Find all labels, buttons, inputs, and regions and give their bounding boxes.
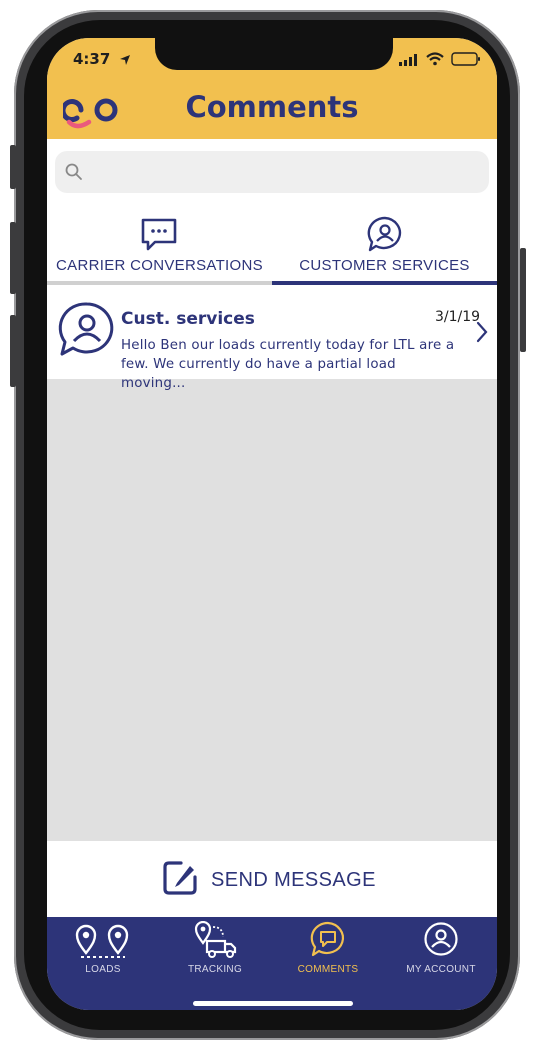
user-chat-icon bbox=[367, 216, 402, 252]
user-circle-icon bbox=[424, 922, 458, 956]
page-title: Comments bbox=[185, 90, 359, 124]
bottom-nav: LOADS TRACKING COMMENTS MY ACCOUNT bbox=[47, 917, 497, 1010]
map-pins-icon bbox=[75, 924, 129, 958]
send-message-button[interactable]: SEND MESSAGE bbox=[159, 855, 389, 903]
compose-icon bbox=[163, 861, 197, 895]
send-message-bar: SEND MESSAGE bbox=[47, 841, 497, 917]
conversation-preview: Hello Ben our loads currently today for … bbox=[121, 336, 461, 393]
nav-item-tracking[interactable]: TRACKING bbox=[159, 917, 271, 987]
battery-icon bbox=[451, 52, 480, 66]
conversation-date: 3/1/19 bbox=[435, 309, 481, 325]
chat-dots-icon bbox=[141, 218, 177, 251]
tab-customer-services-label: CUSTOMER SERVICES bbox=[299, 257, 470, 274]
power-button bbox=[520, 248, 526, 352]
conversation-preview-line: few. We currently do have a partial load… bbox=[121, 357, 396, 391]
nav-label-active: COMMENTS bbox=[297, 964, 359, 975]
search-input[interactable] bbox=[89, 151, 483, 195]
send-message-label: SEND MESSAGE bbox=[211, 869, 376, 891]
search-bar[interactable] bbox=[55, 151, 489, 195]
status-time: 4:37 bbox=[73, 50, 111, 68]
chevron-right-icon bbox=[476, 321, 488, 343]
conversation-preview-line: Hello Ben our loads currently today for … bbox=[121, 338, 455, 353]
conversation-row[interactable]: Cust. services 3/1/19 Hello Ben our load… bbox=[47, 285, 497, 391]
nav-label: TRACKING bbox=[187, 964, 243, 975]
wifi-icon bbox=[426, 52, 444, 66]
chat-bubble-icon bbox=[310, 921, 344, 957]
nav-item-my-account[interactable]: MY ACCOUNT bbox=[385, 917, 497, 987]
tab-carrier-conversations-label: CARRIER CONVERSATIONS bbox=[56, 257, 263, 274]
search-icon bbox=[65, 163, 82, 180]
volume-up-button bbox=[10, 222, 16, 294]
volume-down-button bbox=[10, 315, 16, 387]
tab-customer-services[interactable]: CUSTOMER SERVICES bbox=[272, 211, 497, 285]
notch bbox=[155, 38, 393, 70]
mute-switch bbox=[10, 145, 16, 189]
search-and-tabs: CARRIER CONVERSATIONS CUSTOMER SERVICES bbox=[47, 139, 497, 285]
nav-label: LOADS bbox=[85, 964, 121, 975]
nav-label: MY ACCOUNT bbox=[406, 964, 476, 975]
screen: 4:37 Comments CARRIER CONVERSATIONS CUST… bbox=[47, 38, 497, 1010]
conversation-name: Cust. services bbox=[121, 309, 255, 329]
tab-carrier-conversations[interactable]: CARRIER CONVERSATIONS bbox=[47, 211, 272, 285]
location-arrow-icon bbox=[120, 55, 130, 65]
app-header: 4:37 Comments bbox=[47, 38, 497, 139]
customer-service-avatar-icon bbox=[58, 302, 114, 356]
nav-item-comments[interactable]: COMMENTS bbox=[272, 917, 384, 987]
signal-icon bbox=[399, 54, 417, 66]
nav-item-loads[interactable]: LOADS bbox=[47, 917, 159, 987]
truck-route-icon bbox=[194, 921, 237, 958]
home-indicator[interactable] bbox=[193, 1001, 353, 1006]
